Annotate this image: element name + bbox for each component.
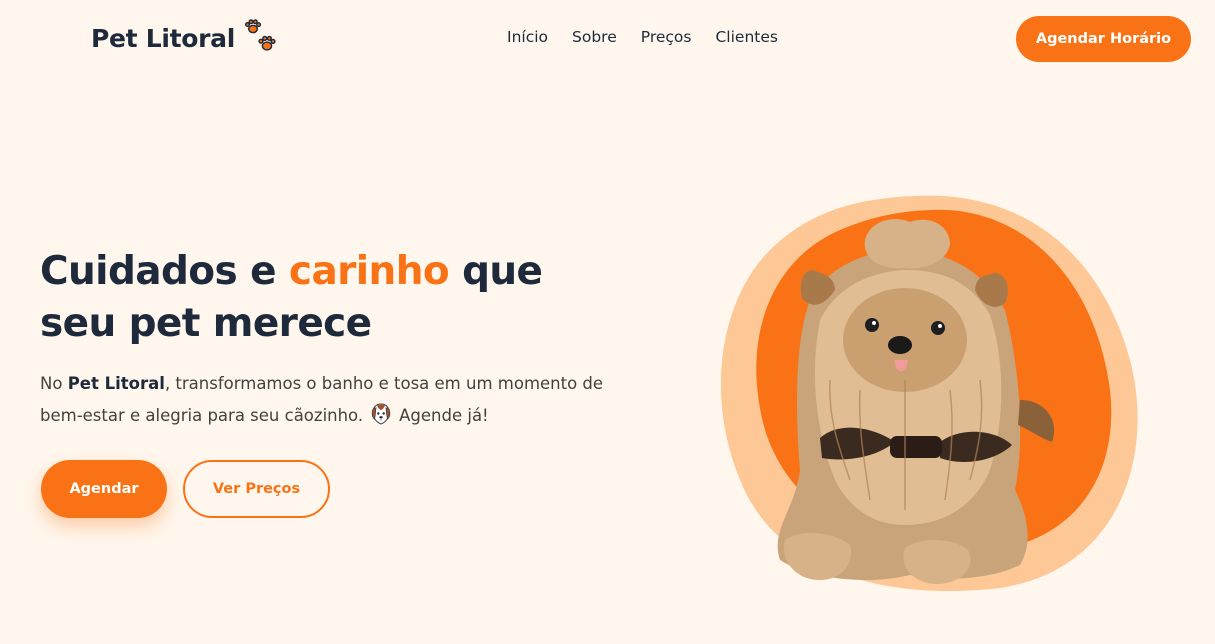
paw-prints-icon [245, 19, 276, 51]
desc-suffix: Agende já! [399, 406, 489, 425]
hero-description: No Pet Litoral, transformamos o banho e … [40, 368, 640, 432]
nav-link-inicio[interactable]: Início [507, 28, 548, 46]
site-header: Pet Litoral Início Sobre Preços Clientes… [0, 0, 1215, 78]
desc-prefix: No [40, 374, 68, 393]
brand-logo[interactable]: Pet Litoral [91, 19, 279, 56]
schedule-appointment-button[interactable]: Agendar Horário [1016, 16, 1191, 62]
ver-precos-button[interactable]: Ver Preços [183, 460, 330, 518]
main-nav: Início Sobre Preços Clientes [507, 28, 778, 46]
desc-brand: Pet Litoral [67, 374, 165, 393]
hero-title-accent: carinho [288, 249, 450, 294]
hero-dog-illustration [720, 195, 1138, 592]
nav-link-sobre[interactable]: Sobre [572, 28, 617, 46]
nav-link-clientes[interactable]: Clientes [715, 28, 777, 46]
brand-name: Pet Litoral [91, 23, 236, 53]
landing-page: Pet Litoral Início Sobre Preços Clientes… [0, 0, 1215, 644]
dog-face-icon [371, 403, 391, 425]
agendar-button[interactable]: Agendar [41, 460, 167, 518]
hero-title: Cuidados e carinho que seu pet merece [40, 246, 600, 350]
hero-title-part1: Cuidados e [40, 249, 289, 294]
nav-link-precos[interactable]: Preços [641, 28, 692, 46]
